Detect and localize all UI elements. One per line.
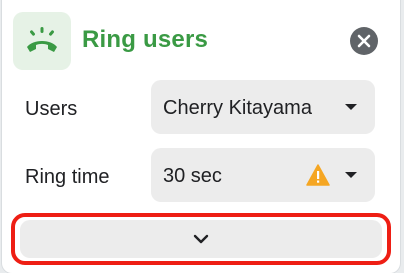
chevron-down-icon xyxy=(193,234,209,244)
warning-icon xyxy=(306,164,330,186)
close-button[interactable] xyxy=(350,27,378,55)
users-select[interactable]: Cherry Kitayama xyxy=(151,80,375,134)
phone-ringing-icon xyxy=(13,12,71,70)
users-label: Users xyxy=(25,98,78,120)
dialog-header: Ring users xyxy=(2,0,400,80)
ring-time-label: Ring time xyxy=(25,166,110,188)
expand-button[interactable] xyxy=(20,220,382,258)
users-row: Users Cherry Kitayama xyxy=(2,80,400,136)
ring-time-row: Ring time 30 sec xyxy=(2,148,400,204)
caret-down-icon xyxy=(345,172,357,178)
dialog-title: Ring users xyxy=(82,26,209,53)
page: Ring users Users Cherry Kitayama Ring ti… xyxy=(0,0,404,273)
caret-down-icon xyxy=(345,104,357,110)
close-icon xyxy=(357,34,371,48)
ring-time-select-value: 30 sec xyxy=(163,165,222,187)
ring-time-select[interactable]: 30 sec xyxy=(151,148,375,202)
ring-users-dialog: Ring users Users Cherry Kitayama Ring ti… xyxy=(2,0,400,273)
users-select-value: Cherry Kitayama xyxy=(163,97,312,119)
